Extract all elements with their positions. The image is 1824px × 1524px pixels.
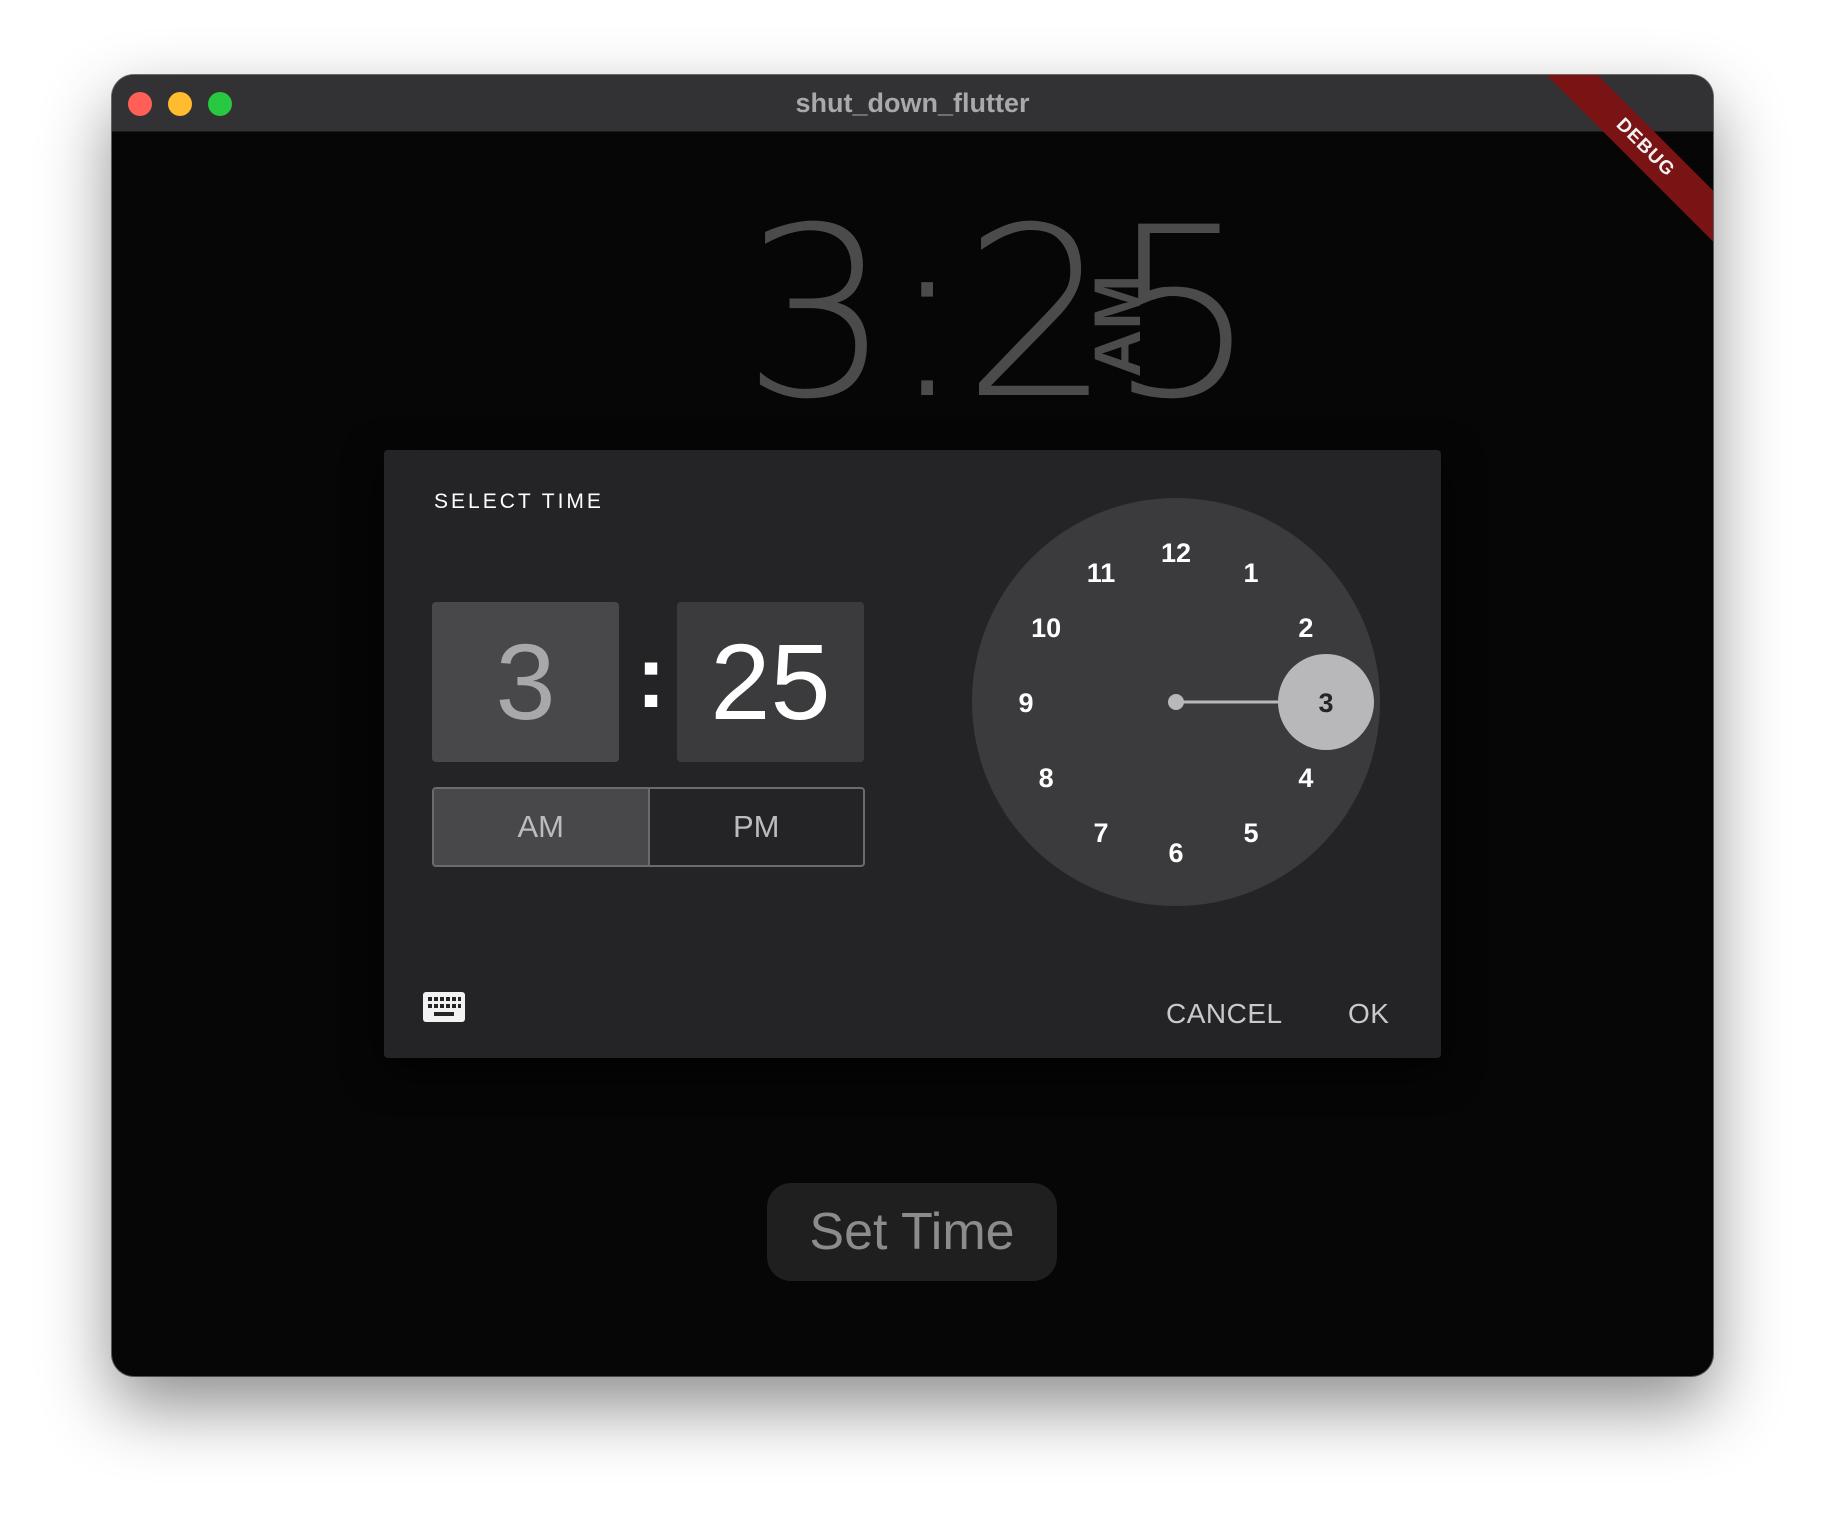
dial-number-12[interactable]: 12 — [1161, 538, 1191, 568]
dial-number-7[interactable]: 7 — [1093, 818, 1108, 848]
dial-number-3[interactable]: 3 — [1318, 688, 1333, 718]
set-time-button[interactable]: Set Time — [767, 1183, 1057, 1281]
cancel-button[interactable]: CANCEL — [1166, 990, 1283, 1038]
dial-number-8[interactable]: 8 — [1039, 763, 1054, 793]
dial-center-dot — [1168, 694, 1184, 710]
dialog-title: SELECT TIME — [434, 490, 604, 513]
time-separator: : — [636, 627, 666, 726]
app-window: shut_down_flutter DEBUG 3:25 AM SELECT T… — [112, 75, 1713, 1376]
dial-number-4[interactable]: 4 — [1298, 763, 1313, 793]
hour-selector[interactable]: 3 — [432, 602, 619, 762]
minute-selector[interactable]: 25 — [677, 602, 864, 762]
window-title: shut_down_flutter — [795, 88, 1030, 118]
keyboard-icon[interactable] — [422, 990, 466, 1024]
dial-number-5[interactable]: 5 — [1243, 818, 1258, 848]
dial-number-11[interactable]: 11 — [1087, 558, 1116, 588]
ok-button[interactable]: OK — [1348, 990, 1389, 1038]
dial-number-2[interactable]: 2 — [1298, 613, 1313, 643]
time-picker-dialog: SELECT TIME 3 : 25 AM PM 12 1 2 3 4 5 6 7 8 9 10 11 — [384, 450, 1441, 1058]
dial-number-9[interactable]: 9 — [1018, 688, 1033, 718]
clock-time: 3:25 — [742, 178, 1258, 451]
clock-dial[interactable]: 121234567891011 — [972, 498, 1380, 906]
am-button[interactable]: AM — [434, 789, 650, 865]
period-toggle: AM PM — [432, 787, 865, 867]
dial-number-10[interactable]: 10 — [1031, 613, 1061, 643]
clock-display: 3:25 AM — [612, 170, 1258, 470]
title-bar[interactable]: shut_down_flutter — [112, 75, 1713, 132]
clock-period: AM — [1080, 274, 1154, 378]
dial-number-1[interactable]: 1 — [1243, 558, 1258, 588]
pm-button[interactable]: PM — [650, 789, 864, 865]
dial-number-6[interactable]: 6 — [1168, 838, 1183, 868]
